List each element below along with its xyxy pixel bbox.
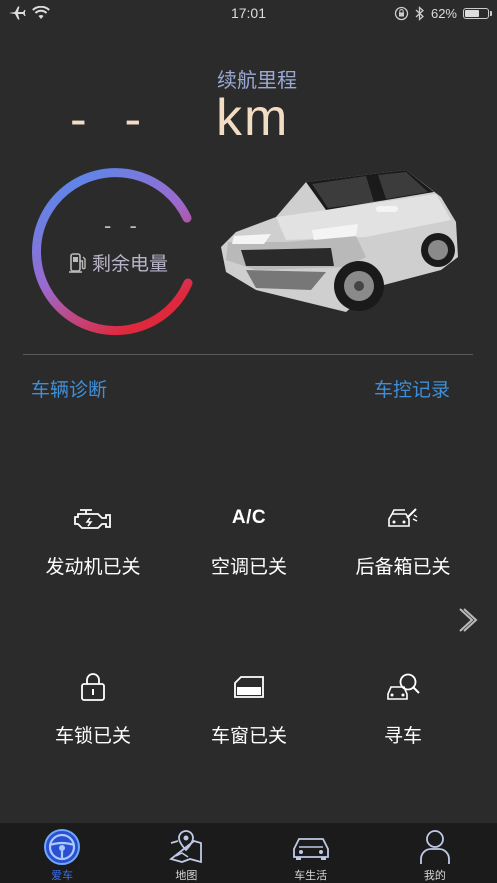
window-status-tile[interactable]: 车窗已关 bbox=[174, 672, 324, 748]
tab-bar: 爱车 地图 车生活 我的 bbox=[0, 823, 497, 883]
engine-status-tile[interactable]: 发动机已关 bbox=[18, 503, 168, 579]
screen: 17:01 62% 续航里程 - - km - - 剩余电量 车辆诊断 车控记录… bbox=[0, 0, 497, 883]
car-image bbox=[221, 170, 458, 312]
steering-wheel-icon bbox=[44, 829, 81, 865]
find-car-tile[interactable]: 寻车 bbox=[328, 672, 478, 748]
tab-my-car[interactable]: 爱车 bbox=[0, 823, 124, 883]
find-car-icon bbox=[387, 673, 420, 700]
lock-icon bbox=[81, 673, 105, 701]
engine-icon bbox=[74, 509, 111, 529]
tab-car-life[interactable]: 车生活 bbox=[249, 823, 373, 883]
tab-my-car-label: 爱车 bbox=[51, 869, 74, 882]
engine-status-label: 发动机已关 bbox=[45, 556, 141, 578]
battery-value: - - bbox=[104, 213, 143, 238]
trunk-icon bbox=[388, 508, 418, 527]
find-car-label: 寻车 bbox=[383, 725, 422, 747]
ac-icon: A/C bbox=[231, 507, 267, 528]
charging-station-icon bbox=[69, 252, 86, 273]
lock-status-tile[interactable]: 车锁已关 bbox=[18, 672, 168, 748]
map-icon bbox=[169, 830, 203, 864]
tab-profile[interactable]: 我的 bbox=[373, 823, 497, 883]
chevron-right-icon[interactable] bbox=[455, 605, 479, 635]
divider bbox=[23, 354, 473, 355]
window-status-label: 车窗已关 bbox=[210, 725, 287, 747]
vehicle-diagnosis-link[interactable]: 车辆诊断 bbox=[31, 375, 107, 402]
car-icon bbox=[292, 838, 329, 860]
tab-map[interactable]: 地图 bbox=[124, 823, 248, 883]
control-records-link[interactable]: 车控记录 bbox=[374, 375, 450, 402]
battery-label: 剩余电量 bbox=[92, 253, 169, 275]
battery-label-group: 剩余电量 bbox=[68, 249, 168, 276]
range-unit: km bbox=[216, 89, 290, 147]
tab-profile-label: 我的 bbox=[423, 869, 446, 882]
range-value: - - bbox=[70, 91, 154, 147]
ac-status-tile[interactable]: A/C 空调已关 bbox=[174, 503, 324, 579]
tab-map-label: 地图 bbox=[175, 869, 198, 882]
window-icon bbox=[234, 676, 264, 698]
ac-status-label: 空调已关 bbox=[210, 556, 287, 578]
status-bar: 17:01 62% bbox=[0, 0, 497, 26]
trunk-status-tile[interactable]: 后备箱已关 bbox=[328, 503, 478, 579]
trunk-status-label: 后备箱已关 bbox=[355, 556, 451, 578]
tab-car-life-label: 车生活 bbox=[294, 869, 328, 882]
battery-icon bbox=[463, 7, 492, 19]
person-icon bbox=[419, 830, 450, 864]
status-time: 17:01 bbox=[230, 5, 267, 21]
lock-status-label: 车锁已关 bbox=[54, 725, 131, 747]
